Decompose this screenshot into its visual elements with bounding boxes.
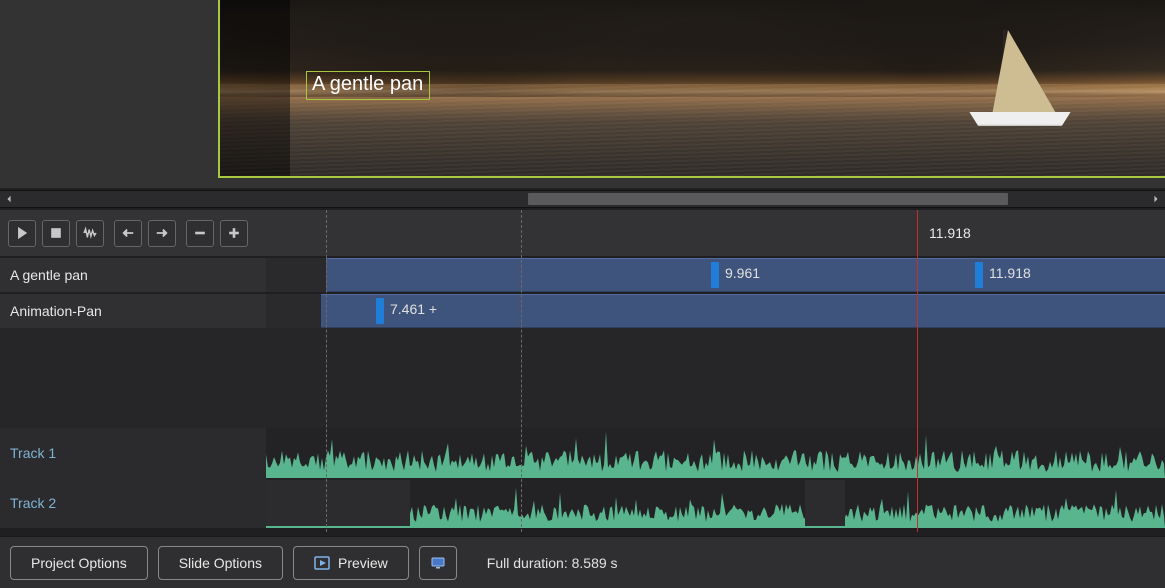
monitor-icon	[430, 555, 446, 571]
audio-track-lane[interactable]	[266, 478, 1165, 528]
next-keyframe-button[interactable]	[148, 220, 176, 247]
preview-canvas[interactable]: A gentle pan	[218, 0, 1165, 178]
audio-empty-segment	[266, 480, 410, 526]
animation-track-row: Animation-Pan 7.461 +	[0, 294, 1165, 328]
timeline-empty-area	[0, 328, 1165, 428]
object-track-label: A gentle pan	[0, 258, 266, 292]
zoom-out-button[interactable]	[186, 220, 214, 247]
timeline-toolbar: 11.918	[0, 210, 1165, 256]
preview-panel: A gentle pan	[0, 0, 1165, 188]
fullscreen-preview-button[interactable]	[419, 546, 457, 580]
audio-track-label: Track 2	[0, 478, 266, 528]
audio-tracks-area: Track 1 Track 2	[0, 428, 1165, 532]
caption-text-object[interactable]: A gentle pan	[306, 71, 430, 100]
keyframe-time-label: 9.961	[725, 265, 760, 281]
preview-button[interactable]: Preview	[293, 546, 409, 580]
zoom-in-button[interactable]	[220, 220, 248, 247]
audio-track-row: Track 1	[0, 428, 1165, 478]
project-options-button[interactable]: Project Options	[10, 546, 148, 580]
audio-track-label: Track 1	[0, 428, 266, 478]
keyframe-time-label: 7.461 +	[390, 301, 437, 317]
animation-track-label: Animation-Pan	[0, 294, 266, 328]
keyframe-time-label: 11.918	[989, 265, 1031, 281]
animation-clip[interactable]: 7.461 +	[321, 294, 1165, 328]
keyframe-handle[interactable]	[975, 262, 983, 288]
waveform-toggle-button[interactable]	[76, 220, 104, 247]
playhead-time-label: 11.918	[929, 225, 971, 241]
prev-keyframe-button[interactable]	[114, 220, 142, 247]
scrollbar-thumb[interactable]	[528, 193, 1008, 205]
waveform-icon	[266, 428, 1165, 478]
slide-options-button[interactable]: Slide Options	[158, 546, 283, 580]
preview-side-panel	[0, 0, 218, 178]
object-track-lane[interactable]: 9.961 11.918	[266, 258, 1165, 292]
bottom-bar: Project Options Slide Options Preview Fu…	[0, 536, 1165, 588]
keyframe-handle[interactable]	[711, 262, 719, 288]
stop-button[interactable]	[42, 220, 70, 247]
audio-track-lane[interactable]	[266, 428, 1165, 478]
preview-button-label: Preview	[338, 555, 388, 571]
object-clip[interactable]: 9.961 11.918	[326, 258, 1165, 292]
scroll-right-button[interactable]	[1147, 191, 1165, 207]
sailboat-graphic	[955, 30, 1075, 140]
audio-empty-segment	[805, 480, 845, 526]
object-track-row: A gentle pan 9.961 11.918	[0, 258, 1165, 292]
animation-track-lane[interactable]: 7.461 +	[266, 294, 1165, 328]
scrollbar-track[interactable]	[18, 191, 1147, 207]
preview-icon	[314, 555, 330, 571]
keyframe-handle[interactable]	[376, 298, 384, 324]
full-duration-label: Full duration: 8.589 s	[487, 555, 618, 571]
play-button[interactable]	[8, 220, 36, 247]
scroll-left-button[interactable]	[0, 191, 18, 207]
audio-track-row: Track 2	[0, 478, 1165, 528]
horizontal-scrollbar[interactable]	[0, 190, 1165, 208]
